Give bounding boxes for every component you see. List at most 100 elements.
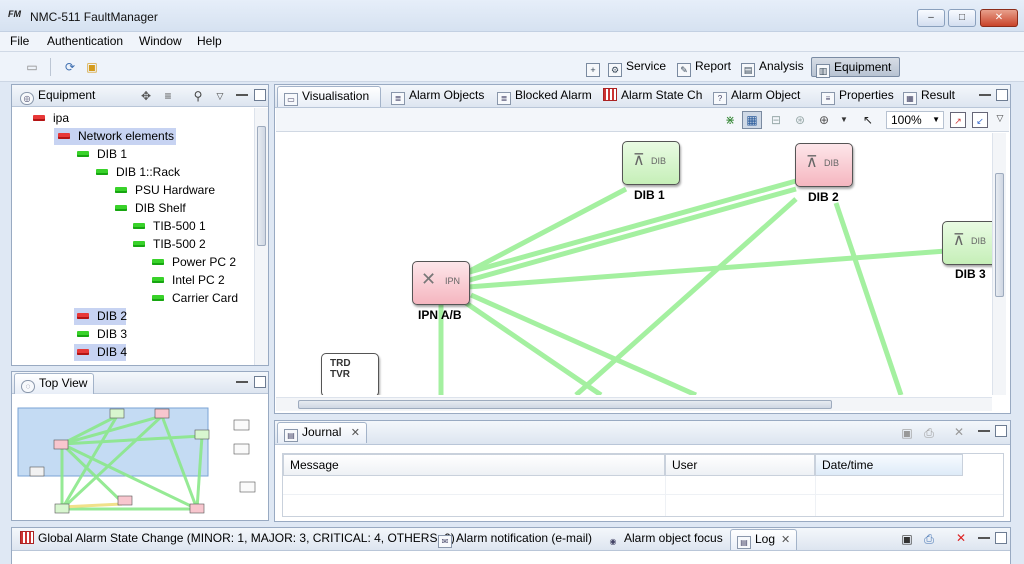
canvas-horizontal-scrollbar[interactable] — [276, 397, 992, 411]
tab-blocked-alarm[interactable]: ≣ Blocked Alarm — [491, 86, 598, 107]
column-header-user[interactable]: User — [665, 454, 815, 476]
tree-item[interactable]: Power PC 2 — [152, 254, 236, 271]
column-header-message[interactable]: Message — [283, 454, 665, 476]
tree-item[interactable]: DIB 4 — [74, 344, 127, 361]
tree-item[interactable]: Network elements — [54, 128, 176, 145]
node-trd-tvr[interactable]: TRD TVR — [321, 353, 379, 395]
tree-item[interactable]: DIB 1::Rack — [96, 164, 180, 181]
layout-icon[interactable]: ⋇ — [722, 112, 738, 128]
node-dib2[interactable]: ⊼ DIB — [795, 143, 853, 187]
tab-properties[interactable]: ≡ Properties — [815, 86, 900, 107]
journal-icon: ▤ — [284, 429, 298, 442]
tab-result[interactable]: ▦ Result — [897, 86, 961, 107]
tree-item[interactable]: PSU Hardware — [115, 182, 215, 199]
folder-open-icon[interactable]: ▭ — [24, 59, 40, 75]
tab-alarm-object[interactable]: ? Alarm Object — [707, 86, 806, 107]
journal-header: ▤ Journal ✕ ▣ ⎙ ✕ — [275, 421, 1010, 445]
zoom-select[interactable]: 100% ▼ — [886, 111, 944, 129]
tree-item[interactable]: TIB-500 1 — [133, 218, 206, 235]
minimize-panel-icon[interactable] — [978, 532, 990, 539]
minimize-panel-icon[interactable] — [236, 376, 248, 383]
network-canvas[interactable]: ⊼ DIB DIB 1 ⊼ DIB DIB 2 ⊼ DIB DIB 3 ✕ IP… — [276, 133, 992, 395]
node-ipn[interactable]: ✕ IPN — [412, 261, 470, 305]
column-header-datetime[interactable]: Date/time — [815, 454, 963, 476]
close-tab-icon[interactable]: ✕ — [351, 427, 360, 439]
import-icon[interactable]: ↙ — [972, 112, 988, 128]
maximize-panel-icon[interactable] — [254, 376, 266, 388]
tree-item[interactable]: DIB Shelf — [115, 200, 186, 217]
equipment-icon: ▥ — [816, 64, 830, 78]
grid-view-icon[interactable]: ▦ — [742, 111, 762, 129]
view-menu-icon[interactable]: ▽ — [992, 110, 1008, 126]
minimize-button[interactable]: – — [917, 9, 945, 27]
tab-log[interactable]: ▤ Log ✕ — [730, 529, 798, 550]
status-led-icon — [96, 169, 108, 175]
collapse-icon[interactable]: ≡ — [160, 88, 176, 104]
clear-log-icon[interactable]: ✕ — [953, 530, 969, 546]
tab-equipment[interactable]: ◎ Equipment — [14, 86, 101, 107]
maximize-panel-icon[interactable] — [995, 425, 1007, 437]
dropdown-arrow-icon[interactable]: ▼ — [836, 112, 852, 128]
perspective-report[interactable]: ✎ Report — [673, 57, 735, 77]
expand-all-icon[interactable]: ✥ — [138, 88, 154, 104]
minimize-panel-icon[interactable] — [236, 89, 248, 96]
close-window-button[interactable]: ✕ — [980, 9, 1018, 27]
maximize-panel-icon[interactable] — [995, 532, 1007, 544]
tree-item[interactable]: Carrier Card — [152, 290, 238, 307]
tab-top-view[interactable]: ◌ Top View — [14, 373, 95, 394]
search-icon[interactable]: ⚲ — [190, 88, 206, 104]
pointer-icon[interactable]: ↖ — [860, 112, 876, 128]
node-dib3[interactable]: ⊼ DIB — [942, 221, 992, 265]
perspective-service[interactable]: ⚙ Service — [604, 57, 670, 77]
node-dib1[interactable]: ⊼ DIB — [622, 141, 680, 185]
print-icon[interactable]: ⎙ — [921, 531, 937, 547]
tab-alarm-object-focus[interactable]: ◉ Alarm object focus — [600, 529, 729, 550]
eye-icon: ◉ — [609, 537, 617, 546]
view-menu-icon[interactable]: ▽ — [212, 88, 228, 104]
refresh-icon[interactable]: ⟳ — [62, 59, 78, 75]
visualisation-icon: ▭ — [284, 93, 298, 106]
tab-journal[interactable]: ▤ Journal ✕ — [277, 422, 367, 443]
tree-item[interactable]: TIB-500 2 — [133, 236, 206, 253]
menu-authentication[interactable]: Authentication — [47, 34, 123, 48]
canvas-vertical-scrollbar[interactable] — [992, 133, 1006, 395]
clear-icon[interactable]: ✕ — [951, 424, 967, 440]
tree-scrollbar[interactable] — [254, 108, 268, 365]
minimize-panel-icon[interactable] — [979, 89, 991, 96]
tab-global-alarm-state[interactable]: Global Alarm State Change (MINOR: 1, MAJ… — [14, 529, 461, 550]
maximize-panel-icon[interactable] — [254, 89, 266, 101]
tree-item[interactable]: DIB 2 — [74, 308, 127, 325]
menu-file[interactable]: File — [10, 34, 29, 48]
tab-alarm-notification[interactable]: ✉ Alarm notification (e-mail) — [432, 529, 598, 550]
equipment-panel-header: ◎ Equipment ✥ ≡ ⚲ ▽ — [12, 85, 268, 107]
tab-alarm-objects[interactable]: ≣ Alarm Objects — [385, 86, 490, 107]
canvas-vscroll-thumb[interactable] — [995, 173, 1004, 297]
top-view-minimap[interactable] — [12, 394, 268, 520]
save-icon[interactable]: ▣ — [899, 531, 915, 547]
tree-item[interactable]: DIB 3 — [77, 326, 127, 343]
link-dib2-down2 — [833, 202, 904, 395]
tree-item[interactable]: DIB 1 — [77, 146, 127, 163]
save-icon[interactable]: ▣ — [899, 425, 915, 441]
maximize-panel-icon[interactable] — [996, 89, 1008, 101]
tree-scroll-thumb[interactable] — [257, 126, 266, 246]
tab-visualisation[interactable]: ▭ Visualisation — [277, 86, 381, 107]
align-icon[interactable]: ⊟ — [768, 112, 784, 128]
tree-item[interactable]: Intel PC 2 — [152, 272, 225, 289]
menu-window[interactable]: Window — [139, 34, 182, 48]
lock-icon[interactable]: ▣ — [84, 59, 100, 75]
filter-icon[interactable]: ⊛ — [792, 112, 808, 128]
export-icon[interactable]: ↗ — [950, 112, 966, 128]
status-led-icon — [133, 223, 145, 229]
maximize-button[interactable]: □ — [948, 9, 976, 27]
minimize-panel-icon[interactable] — [978, 425, 990, 432]
perspective-equipment[interactable]: ▥ Equipment — [811, 57, 900, 78]
close-tab-icon[interactable]: ✕ — [781, 534, 790, 546]
tree-item[interactable]: ipa — [33, 110, 69, 127]
tab-alarm-state[interactable]: Alarm State Ch — [597, 86, 708, 107]
canvas-hscroll-thumb[interactable] — [298, 400, 832, 409]
alarm-filter-icon[interactable]: ⊕ — [816, 112, 832, 128]
print-icon[interactable]: ⎙ — [921, 425, 937, 441]
menu-help[interactable]: Help — [197, 34, 222, 48]
perspective-analysis[interactable]: ▤ Analysis — [737, 57, 808, 77]
